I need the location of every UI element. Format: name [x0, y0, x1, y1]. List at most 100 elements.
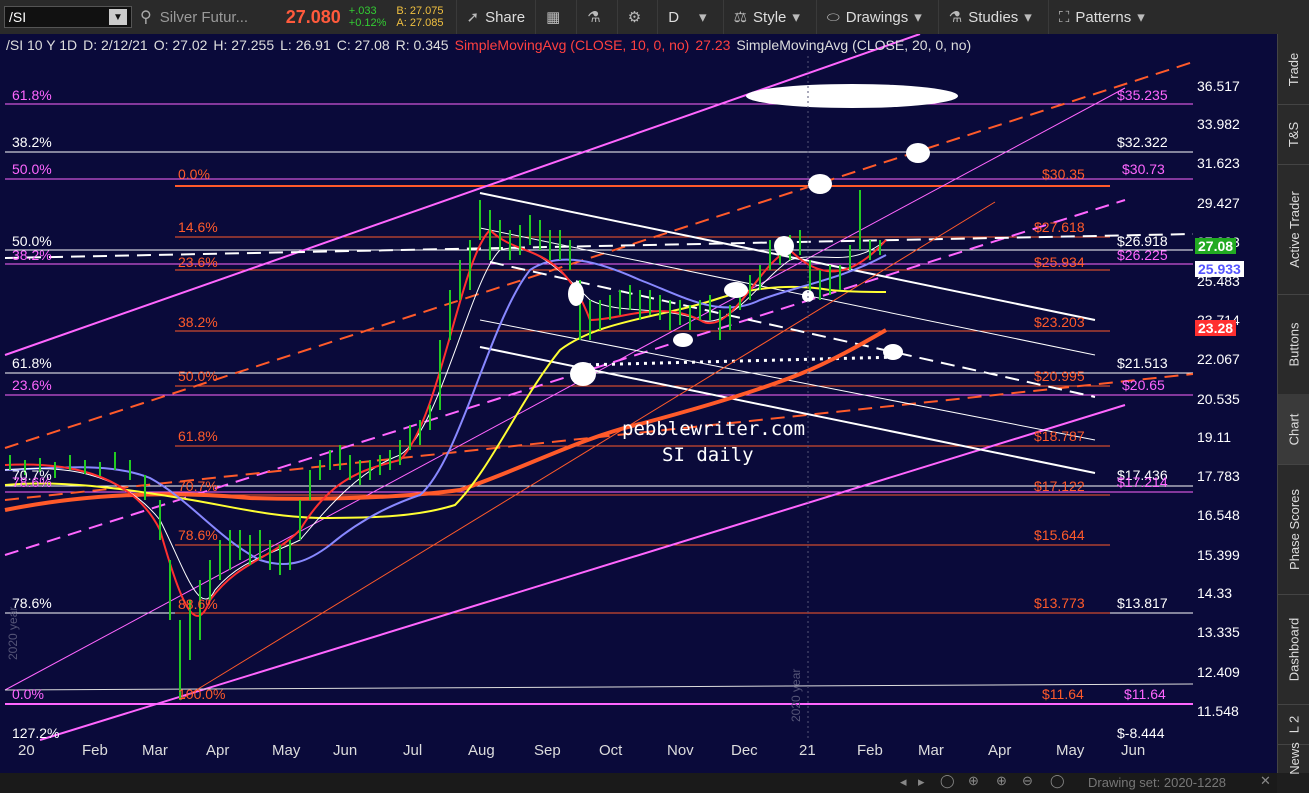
x-tick: 20 [18, 742, 35, 759]
style-button[interactable]: ⚖ Style ▾ [722, 0, 816, 34]
fib-label: 78.6% [12, 474, 52, 490]
bid-value: B: 27.075 [396, 5, 444, 17]
year-marker: 2020 year [789, 668, 803, 722]
price-label: $11.64 [1042, 686, 1084, 702]
tab-trade[interactable]: Trade [1278, 34, 1309, 105]
tab-label: Dashboard [1286, 617, 1302, 681]
link-icon[interactable]: ⚲ [140, 7, 152, 27]
x-tick: Feb [82, 742, 108, 759]
ma-price-tag: 23.28 [1195, 320, 1237, 336]
chevron-down-icon: ▾ [699, 9, 707, 26]
scroll-left-icon[interactable]: ◂ [900, 774, 907, 790]
symbol-text: /SI [9, 9, 27, 25]
tab-news[interactable]: News [1278, 742, 1309, 775]
price-label: $20.65 [1122, 377, 1165, 393]
price-axis[interactable]: 36.517 33.982 31.623 29.427 27.383 25.48… [1193, 34, 1277, 773]
grid-icon: ▦ [546, 9, 561, 26]
year-marker: 2020 year [6, 606, 20, 660]
fib-label: 38.2% [12, 247, 52, 263]
flexible-grid-button[interactable]: ▦ [535, 0, 576, 34]
tab-label: L 2 [1286, 715, 1302, 733]
reset-zoom-icon[interactable]: ◯ [1050, 773, 1065, 789]
watermark-site: pebblewriter.com [622, 418, 806, 440]
bid-ask-block: B: 27.075 A: 27.085 [396, 5, 443, 29]
pattern-icon: ⛶ [1058, 8, 1070, 26]
chart-header: /SI 10 Y 1D D: 2/12/21 O: 27.02 H: 27.25… [0, 34, 1193, 56]
studies-button[interactable]: ⚗ Studies ▾ [937, 0, 1048, 34]
fib-label: 61.8% [12, 355, 52, 371]
lab-button[interactable]: ⚗ [576, 0, 616, 34]
fib-label: 50.0% [12, 161, 52, 177]
fib-label: 23.6% [12, 377, 52, 393]
y-tick: 16.548 [1197, 507, 1240, 523]
tab-label: Active Trader [1286, 190, 1302, 268]
drawings-label: Drawings [845, 8, 909, 26]
tab-label: Phase Scores [1286, 488, 1302, 570]
right-sidebar: Trade T&S Active Trader Buttons Chart Ph… [1277, 34, 1309, 775]
price-label: $15.644 [1034, 527, 1085, 543]
aggregation-button[interactable]: D ▾ [657, 0, 722, 34]
price-label: $30.73 [1122, 161, 1165, 177]
tab-label: Trade [1286, 52, 1302, 86]
last-price: 27.080 [285, 6, 341, 27]
share-label: Share [485, 8, 526, 26]
watermark-caption: SI daily [662, 444, 754, 466]
chart-canvas[interactable] [0, 34, 1193, 773]
y-tick: 22.067 [1197, 351, 1240, 367]
symbol-description: Silver Futur... [159, 8, 249, 26]
fib-label: 70.7% [178, 478, 218, 494]
x-tick: Apr [988, 742, 1012, 759]
chart-drawing-layer [4, 34, 1193, 741]
ellipse-icon: ⬭ [826, 8, 840, 26]
high-value: H: 27.255 [213, 37, 275, 53]
tab-label: News [1286, 742, 1302, 775]
settings-button[interactable]: ⚙ [616, 0, 657, 34]
drawing-set-label[interactable]: Drawing set: 2020-1228 [1088, 775, 1226, 790]
trend-lines [4, 34, 1193, 741]
price-label: $20.995 [1034, 368, 1085, 384]
patterns-button[interactable]: ⛶ Patterns ▾ [1047, 0, 1161, 34]
price-label: $18.787 [1034, 428, 1085, 444]
price-label: $17.122 [1034, 478, 1085, 494]
tab-active-trader[interactable]: Active Trader [1278, 164, 1309, 295]
tab-label: Chart [1286, 413, 1302, 445]
x-tick: Aug [468, 742, 495, 759]
y-tick: 19.11 [1197, 429, 1231, 445]
tab-ts[interactable]: T&S [1278, 104, 1309, 165]
tab-phase-scores[interactable]: Phase Scores [1278, 464, 1309, 595]
fib-label: 38.2% [12, 134, 52, 150]
tab-label: Buttons [1286, 321, 1302, 367]
studies-label: Studies [968, 8, 1019, 26]
crosshair-icon[interactable]: ⊕ [968, 773, 979, 789]
x-tick: Jul [403, 742, 423, 759]
y-tick: 15.399 [1197, 547, 1240, 563]
tab-l2[interactable]: L 2 [1278, 704, 1309, 745]
y-tick: 33.982 [1197, 116, 1240, 132]
chevron-down-icon[interactable]: ▼ [109, 9, 127, 25]
patterns-label: Patterns [1075, 8, 1132, 26]
zoom-in-icon[interactable]: ⊕ [996, 773, 1007, 789]
top-toolbar: /SI ▼ ⚲ Silver Futur... 27.080 +.033 +0.… [0, 0, 1309, 35]
drawings-button[interactable]: ⬭ Drawings ▾ [815, 0, 938, 34]
settings-icon[interactable]: ✕ [1260, 773, 1271, 789]
fib-label: 23.6% [178, 254, 218, 270]
tab-buttons[interactable]: Buttons [1278, 294, 1309, 395]
bottom-bar: ◂ ▸ ◯ ⊕ ⊕ ⊖ ◯ Drawing set: 2020-1228 ✕ [0, 773, 1277, 793]
price-label: $-8.444 [1117, 725, 1165, 741]
price-label: $23.203 [1034, 314, 1085, 330]
symbol-selector[interactable]: /SI ▼ [4, 6, 132, 28]
chevron-down-icon: ▾ [914, 9, 922, 26]
ellipse-icon[interactable]: ◯ [940, 773, 955, 789]
low-value: L: 26.91 [280, 37, 331, 53]
share-button[interactable]: ➚ Share [455, 0, 536, 34]
y-tick: 14.33 [1197, 585, 1233, 601]
price-label: $25.934 [1034, 254, 1085, 270]
tab-chart[interactable]: Chart [1278, 394, 1309, 465]
tab-dashboard[interactable]: Dashboard [1278, 594, 1309, 705]
x-tick: Apr [206, 742, 230, 759]
zoom-out-icon[interactable]: ⊖ [1022, 773, 1033, 789]
x-tick: May [1056, 742, 1085, 759]
x-tick: Mar [918, 742, 944, 759]
scroll-right-icon[interactable]: ▸ [918, 774, 925, 790]
x-tick: Mar [142, 742, 168, 759]
